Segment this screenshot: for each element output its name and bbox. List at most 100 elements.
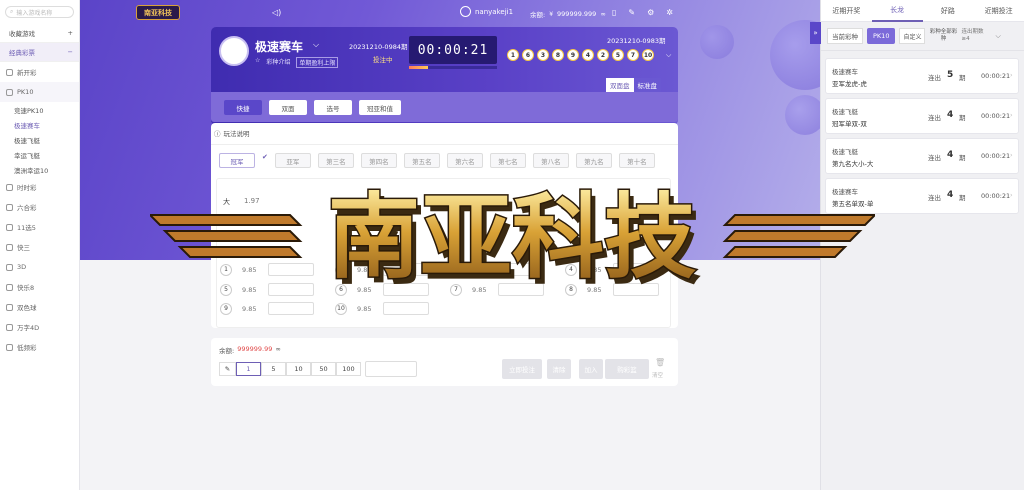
sub-xingyun-feiting[interactable]: 幸运飞艇 (0, 147, 79, 162)
collapse-icon[interactable]: » (810, 22, 821, 44)
chevron-down-icon[interactable]: ⌵ (313, 40, 319, 50)
star-icon[interactable]: ☆ (255, 57, 260, 68)
sub-aus-10[interactable]: 澳洲幸运10 (0, 162, 79, 177)
filter-all-games[interactable]: 彩种全部彩种 (929, 29, 958, 43)
number-ball[interactable]: 2 (335, 263, 347, 276)
number-ball[interactable]: 1 (220, 263, 232, 276)
long-dragon-card[interactable]: 极速赛车 第五名单双-单 连出 4 期 00:00:21 › (825, 178, 1019, 214)
tab-pick[interactable]: 选号 (314, 100, 352, 115)
filter-pk10[interactable]: PK10 (867, 28, 896, 44)
trash-icon[interactable]: 🗑 (655, 358, 665, 367)
rules-link[interactable]: 玩法说明 (224, 128, 250, 138)
odds-amount-input[interactable] (383, 302, 429, 315)
sub-pk10[interactable]: 竞速PK10 (0, 102, 79, 117)
odds-cell[interactable]: 6 9.85 (335, 282, 450, 297)
tab-long-dragon[interactable]: 长龙 (871, 0, 923, 22)
username[interactable]: nanyakeji1 (475, 8, 513, 16)
chip-5[interactable]: 5 (261, 362, 286, 376)
site-logo[interactable]: 南亚科技 (136, 5, 180, 20)
edit-chip-icon[interactable]: ✎ (219, 362, 236, 376)
gear-icon[interactable]: ✲ (666, 8, 673, 17)
long-dragon-card[interactable]: 极速赛车 亚军龙虎-虎 连出 5 期 00:00:21 › (825, 58, 1019, 94)
bet-now-button[interactable]: 立即投注 (502, 359, 542, 379)
cat-kl8[interactable]: 快乐8 (0, 277, 79, 297)
odds-cell[interactable]: 4 9.85 (565, 262, 680, 277)
odds-amount-input[interactable] (383, 283, 429, 296)
add-button[interactable]: 加入 (579, 359, 603, 379)
edit-icon[interactable]: ✎ (628, 8, 635, 17)
position-tab[interactable]: 第十名 (618, 153, 655, 168)
tab-good-road[interactable]: 好路 (923, 0, 974, 22)
odds-cell[interactable]: 3 9.85 (450, 262, 565, 277)
filter-current[interactable]: 当前彩种 (827, 28, 863, 44)
odds-cell[interactable]: 7 9.85 (450, 282, 565, 297)
long-dragon-card[interactable]: 极速飞艇 第九名大小-大 连出 4 期 00:00:21 › (825, 138, 1019, 174)
game-intro[interactable]: 彩种介绍 (266, 57, 290, 68)
odds-amount-input[interactable] (268, 302, 314, 315)
number-ball[interactable]: 6 (335, 283, 347, 296)
clear-button[interactable]: 清除 (547, 359, 571, 379)
position-tab[interactable]: 第六名 (446, 153, 483, 168)
amount-input[interactable] (365, 361, 417, 377)
record-icon[interactable]: ▯ (612, 8, 616, 17)
classic-section[interactable]: 经典彩票 − (0, 43, 79, 62)
tab-quick[interactable]: 快捷 (224, 100, 262, 115)
chip-50[interactable]: 50 (311, 362, 336, 376)
big-label[interactable]: 大 (223, 197, 230, 207)
plus-icon[interactable]: + (68, 29, 73, 37)
odds-amount-input[interactable] (268, 283, 314, 296)
position-tab[interactable]: 亚军 (274, 153, 311, 168)
odds-cell[interactable]: 10 9.85 (335, 301, 450, 316)
cat-lhc[interactable]: 六合彩 (0, 197, 79, 217)
odds-amount-input[interactable] (613, 263, 659, 276)
game-search[interactable]: ⌕ 输入游戏名称 (5, 6, 74, 18)
minus-icon[interactable]: − (68, 48, 73, 56)
game-name[interactable]: 极速赛车 (255, 38, 303, 55)
odds-amount-input[interactable] (498, 283, 544, 296)
cat-11x5[interactable]: 11选5 (0, 217, 79, 237)
cat-3d[interactable]: 3D (0, 257, 79, 277)
chevron-right-icon[interactable]: › (1010, 191, 1013, 199)
cat-pk10[interactable]: PK10 (0, 82, 79, 102)
eye-icon[interactable]: ∞ (275, 345, 280, 355)
number-ball[interactable]: 10 (335, 302, 347, 315)
odds-amount-input[interactable] (268, 263, 314, 276)
eye-icon[interactable]: ∞ (600, 10, 605, 18)
number-ball[interactable]: 9 (220, 302, 232, 315)
favorites-section[interactable]: 收藏游戏 + (0, 24, 79, 43)
cat-4d[interactable]: 万字4D (0, 317, 79, 337)
odds-cell[interactable]: 8 9.85 (565, 282, 680, 297)
number-ball[interactable]: 4 (565, 263, 577, 276)
position-tab[interactable]: 第四名 (360, 153, 397, 168)
position-tab[interactable]: 第三名 (317, 153, 354, 168)
chip-10[interactable]: 10 (286, 362, 311, 376)
chip-1[interactable]: 1 (236, 362, 261, 376)
position-tab[interactable]: 第九名 (575, 153, 612, 168)
speaker-icon[interactable]: ◁) (272, 8, 281, 17)
odds-amount-input[interactable] (383, 263, 429, 276)
view-double[interactable]: 双面盘 (606, 78, 634, 92)
chevron-down-icon[interactable]: ⌵ (666, 51, 671, 60)
chevron-down-icon[interactable]: ⌵ (995, 32, 1000, 41)
number-ball[interactable]: 7 (450, 283, 462, 296)
number-ball[interactable]: 3 (450, 263, 462, 276)
position-tab[interactable]: 第八名 (532, 153, 569, 168)
chevron-right-icon[interactable]: › (1010, 71, 1013, 79)
basket-button[interactable]: 购彩篮 (605, 359, 649, 379)
sub-jisu-feiting[interactable]: 极速飞艇 (0, 132, 79, 147)
position-tab[interactable]: 第五名 (403, 153, 440, 168)
odds-cell[interactable]: 1 9.85 (220, 262, 335, 277)
view-standard[interactable]: 标准盘 (633, 78, 661, 92)
long-dragon-card[interactable]: 极速飞艇 冠军单双-双 连出 4 期 00:00:21 › (825, 98, 1019, 134)
cat-ssc[interactable]: 时时彩 (0, 177, 79, 197)
odds-cell[interactable]: 5 9.85 (220, 282, 335, 297)
chevron-right-icon[interactable]: › (1010, 111, 1013, 119)
number-ball[interactable]: 5 (220, 283, 232, 296)
odds-amount-input[interactable] (498, 263, 544, 276)
tab-recent-bets[interactable]: 近期投注 (973, 0, 1024, 22)
trash-label[interactable]: 清空 (652, 371, 663, 379)
tab-double[interactable]: 双面 (269, 100, 307, 115)
settings-icon[interactable]: ⚙ (647, 8, 654, 17)
filter-streak[interactable]: 连出期数≥4 (961, 29, 991, 43)
filter-custom[interactable]: 自定义 (899, 28, 926, 44)
